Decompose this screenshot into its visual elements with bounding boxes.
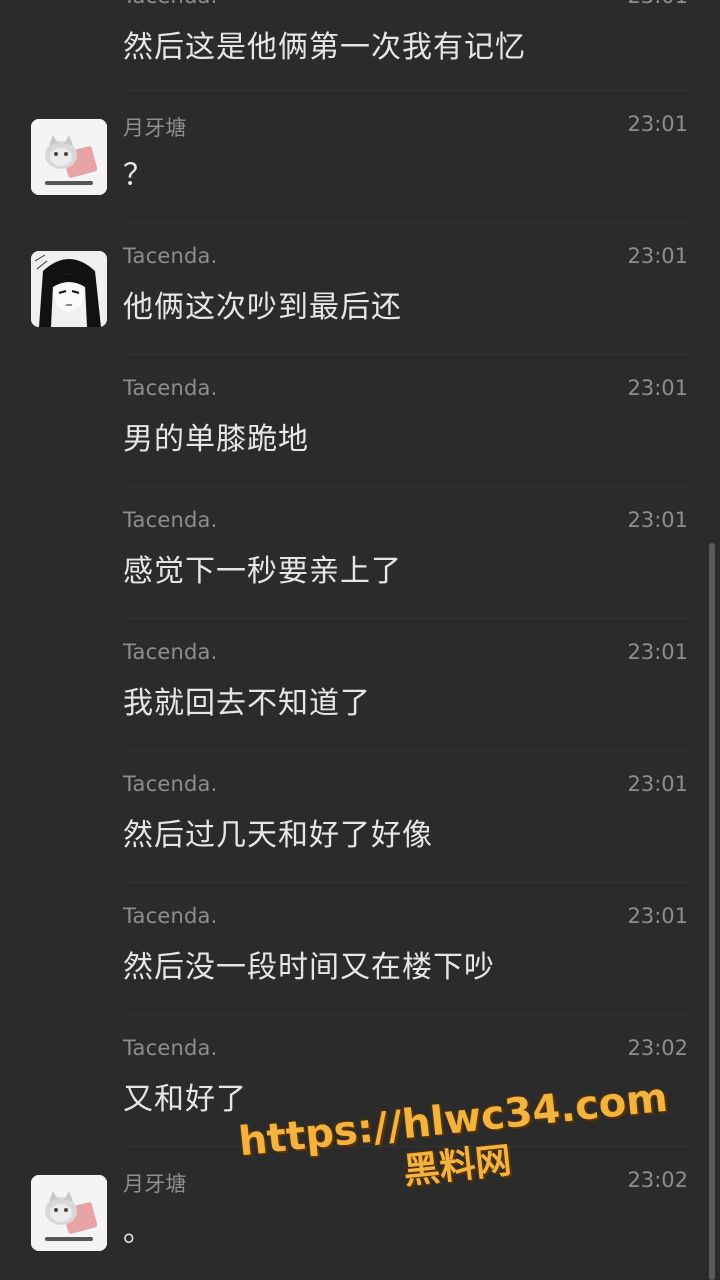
message-time: 23:01 (627, 640, 688, 664)
message-sender: Tacenda. (123, 640, 218, 664)
message-sender: Tacenda. (123, 508, 218, 532)
scrollbar[interactable] (709, 543, 715, 1280)
cat-avatar[interactable] (31, 1175, 107, 1251)
message-divider (123, 222, 688, 223)
message-divider (123, 486, 688, 487)
message-time: 23:01 (627, 0, 688, 8)
cat-avatar-image (31, 1175, 107, 1251)
message-sender: Tacenda. (123, 904, 218, 928)
message-item[interactable]: Tacenda. 23:01 我就回去不知道了 (0, 618, 720, 750)
message-time: 23:01 (627, 112, 688, 136)
message-text: 我就回去不知道了 (123, 686, 371, 721)
message-item[interactable]: 月牙塘 23:02 。 (0, 1146, 720, 1278)
message-sender: Tacenda. (123, 376, 218, 400)
chat-screen: Tacenda. 23:01 然后这是他俩第一次我有记忆 月牙塘 23:01 ？ (0, 0, 720, 1280)
message-sender: 月牙塘 (123, 116, 187, 140)
message-sender: Tacenda. (123, 244, 218, 268)
message-time: 23:01 (627, 244, 688, 268)
message-time: 23:02 (627, 1168, 688, 1192)
message-item[interactable]: Tacenda. 23:01 他俩这次吵到最后还 (0, 222, 720, 354)
message-sender: Tacenda. (123, 0, 217, 8)
message-sender: Tacenda. (123, 772, 218, 796)
message-sender: 月牙塘 (123, 1172, 187, 1196)
message-text: 。 (123, 1214, 154, 1249)
manga-girl-avatar[interactable] (31, 251, 107, 327)
message-item[interactable]: Tacenda. 23:01 然后没一段时间又在楼下吵 (0, 882, 720, 1014)
message-item[interactable]: Tacenda. 23:01 男的单膝跪地 (0, 354, 720, 486)
message-divider (123, 1014, 688, 1015)
message-text: 又和好了 (123, 1082, 247, 1117)
message-time: 23:02 (627, 1036, 688, 1060)
message-text: 然后没一段时间又在楼下吵 (123, 950, 495, 985)
message-time: 23:01 (627, 376, 688, 400)
message-item[interactable]: Tacenda. 23:01 然后过几天和好了好像 (0, 750, 720, 882)
message-divider (123, 90, 688, 91)
message-text: ？ (123, 158, 154, 193)
message-time: 23:01 (627, 508, 688, 532)
message-time: 23:01 (627, 772, 688, 796)
message-text: 然后这是他俩第一次我有记忆 (123, 30, 526, 65)
message-item[interactable]: Tacenda. 23:01 感觉下一秒要亲上了 (0, 486, 720, 618)
message-text: 然后过几天和好了好像 (123, 818, 433, 853)
message-sender: Tacenda. (123, 1036, 218, 1060)
message-item[interactable]: Tacenda. 23:01 然后这是他俩第一次我有记忆 (0, 0, 720, 94)
message-item[interactable]: Tacenda. 23:02 又和好了 (0, 1014, 720, 1146)
manga-girl-avatar-image (31, 251, 107, 327)
message-text: 感觉下一秒要亲上了 (123, 554, 402, 589)
cat-avatar-image (31, 119, 107, 195)
message-text: 男的单膝跪地 (123, 422, 309, 457)
message-divider (123, 354, 688, 355)
message-divider (123, 618, 688, 619)
cat-avatar[interactable] (31, 119, 107, 195)
message-divider (123, 750, 688, 751)
message-time: 23:01 (627, 904, 688, 928)
message-item[interactable]: 月牙塘 23:01 ？ (0, 90, 720, 222)
message-divider (123, 882, 688, 883)
message-divider (123, 1146, 688, 1147)
message-text: 他俩这次吵到最后还 (123, 290, 402, 325)
